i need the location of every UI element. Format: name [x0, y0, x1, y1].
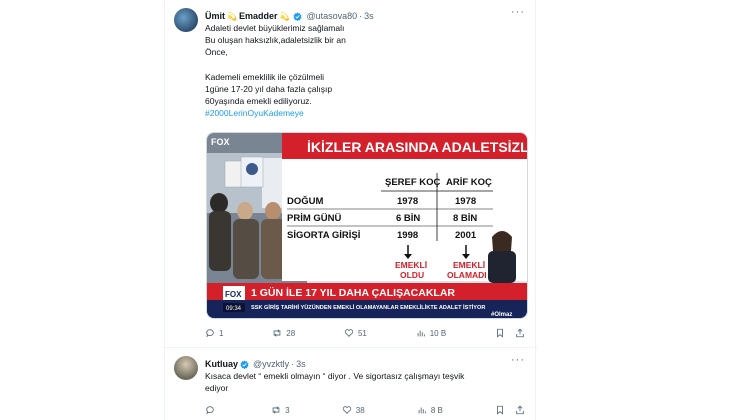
views-button[interactable]: 8 B	[417, 405, 443, 415]
like-icon	[342, 406, 351, 414]
tv-banner: 1 GÜN İLE 17 YIL DAHA ÇALIŞACAKLAR	[251, 286, 455, 299]
bookmark-icon[interactable]	[495, 405, 505, 415]
avatar[interactable]	[174, 356, 198, 380]
result-label: OLAMADI	[447, 270, 487, 280]
retweet-count: 28	[286, 328, 296, 338]
tweet-media[interactable]: İKİZLER ARASINDA ADALETSİZLİK FOX ŞEREF …	[206, 132, 528, 319]
retweet-icon	[272, 406, 280, 414]
tweet-line: Önce,	[205, 47, 228, 58]
reply-count: 1	[219, 328, 224, 338]
retweet-icon	[273, 329, 281, 337]
table-cell: 1998	[397, 230, 418, 241]
table-cell: 1978	[397, 196, 418, 207]
like-count: 38	[355, 405, 365, 415]
timeline: Ümit 💫 Emadder 💫 @utasova80 · 3s ··· Ada…	[164, 0, 537, 420]
views-icon	[417, 330, 425, 337]
table-row-label: PRİM GÜNÜ	[287, 213, 342, 224]
table-col-header: ARİF KOÇ	[446, 177, 492, 188]
table-row-label: DOĞUM	[287, 195, 324, 207]
like-count: 51	[357, 328, 367, 338]
retweet-button[interactable]: 3	[271, 405, 290, 415]
emoji: 💫	[279, 11, 290, 21]
tweet-line: Adaleti devlet büyüklerimiz sağlamalı	[205, 23, 345, 33]
retweet-button[interactable]: 28	[272, 328, 295, 338]
tweet[interactable]: Ümit 💫 Emadder 💫 @utasova80 · 3s ··· Ada…	[165, 0, 537, 348]
avatar[interactable]	[174, 8, 198, 32]
tweet-actions: 3 38 8 B	[205, 403, 525, 417]
hashtag-link[interactable]: #2000LerinOyuKademeye	[205, 107, 527, 119]
result-label: EMEKLİ	[395, 260, 427, 270]
verified-icon	[293, 11, 303, 21]
views-button[interactable]: 10 B	[416, 328, 446, 338]
table-cell: 2001	[455, 230, 477, 241]
tweet-text: Kısaca devlet “ emekli olmayın “ diyor .…	[205, 370, 527, 394]
tweet-line: Bu oluşan haksızlık,adaletsizlik bir an	[205, 35, 346, 46]
tweet-actions: 1 28 51 10 B	[205, 326, 525, 340]
display-name-2[interactable]: Emadder	[239, 11, 278, 21]
tweet-line: ediyor	[205, 383, 229, 394]
result-label: OLDU	[400, 270, 424, 280]
channel-logo-small: FOX	[225, 290, 242, 299]
share-actions	[495, 405, 525, 415]
tv-headline: İKİZLER ARASINDA ADALETSİZLİK	[307, 139, 528, 155]
more-icon[interactable]: ···	[511, 6, 525, 18]
display-name[interactable]: Kutluay	[205, 359, 238, 369]
tweet[interactable]: Kutluay @yvzktly · 3s ··· Kısaca devlet …	[165, 348, 537, 420]
tweet-line: 1güne 17-20 yıl daha fazla çalışıp	[205, 84, 333, 94]
tweet-line: Kademeli emeklilik ile çözülmeli	[205, 71, 325, 82]
reply-icon	[206, 329, 214, 338]
table-cell: 8 BİN	[453, 213, 477, 224]
timestamp[interactable]: 3s	[296, 359, 306, 369]
separator-dot: ·	[359, 11, 363, 21]
views-icon	[418, 407, 426, 414]
tv-clock: 09:34	[226, 306, 242, 312]
table-cell: 1978	[455, 196, 476, 207]
display-name[interactable]: Ümit	[205, 11, 225, 21]
share-icon[interactable]	[515, 328, 525, 338]
tweet-line: 60yaşında emekli ediliyoruz.	[205, 96, 312, 107]
tv-subbanner: SSK GİRİŞ TARİHİ YÜZÜNDEN EMEKLİ OLAMAYA…	[251, 304, 485, 311]
tweet-header: Ümit 💫 Emadder 💫 @utasova80 · 3s	[205, 9, 374, 23]
emoji: 💫	[227, 11, 237, 21]
more-icon[interactable]: ···	[511, 354, 525, 366]
retweet-count: 3	[285, 405, 290, 415]
verified-icon	[240, 359, 249, 369]
tweet-line	[205, 59, 527, 71]
views-count: 8 B	[430, 405, 443, 415]
tweet-line: Kısaca devlet “ emekli olmayın “ diyor .…	[205, 371, 465, 381]
tweet-text: Adaleti devlet büyüklerimiz sağlamalı Bu…	[205, 22, 527, 120]
tweet-header: Kutluay @yvzktly · 3s	[205, 357, 306, 371]
like-button[interactable]: 38	[342, 405, 365, 415]
handle[interactable]: @yvzktly	[253, 359, 289, 369]
table-row-label: SİGORTA GİRİŞİ	[287, 230, 360, 241]
table-cell: 6 BİN	[396, 213, 420, 224]
tv-tag: #Olmaz	[491, 312, 512, 318]
like-icon	[344, 329, 354, 337]
handle[interactable]: @utasova80	[306, 11, 357, 21]
bookmark-icon[interactable]	[495, 328, 505, 338]
share-icon[interactable]	[515, 405, 525, 415]
like-button[interactable]: 51	[344, 328, 367, 338]
result-label: EMEKLİ	[453, 260, 485, 270]
reply-button[interactable]: 1	[205, 328, 223, 338]
channel-logo: FOX	[211, 137, 230, 147]
views-count: 10 B	[429, 328, 447, 338]
tv-screenshot: İKİZLER ARASINDA ADALETSİZLİK FOX ŞEREF …	[207, 133, 528, 318]
timestamp[interactable]: 3s	[364, 11, 374, 21]
reply-icon	[206, 406, 214, 415]
share-actions	[495, 328, 525, 338]
table-col-header: ŞEREF KOÇ	[385, 177, 441, 188]
separator-dot: ·	[291, 359, 295, 369]
reply-button[interactable]	[205, 405, 219, 415]
